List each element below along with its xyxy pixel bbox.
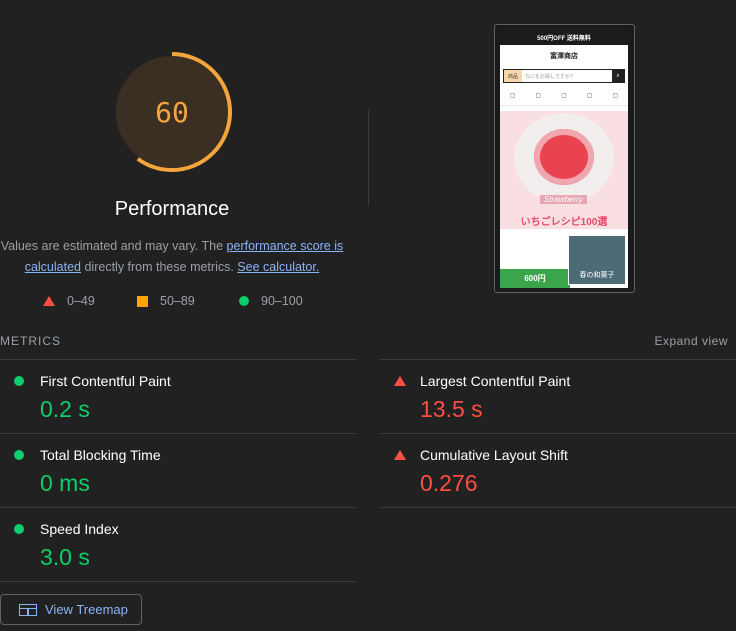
view-treemap-label: View Treemap <box>45 602 128 617</box>
screenshot-search-icon: ⌕ <box>612 70 624 82</box>
metric-value: 13.5 s <box>420 396 483 422</box>
performance-score: 60 <box>155 95 189 129</box>
nav-icon: ▢ <box>509 92 516 99</box>
metric-first-contentful-paint: First Contentful Paint 0.2 s <box>0 359 356 433</box>
expand-view-toggle[interactable]: Expand view <box>654 334 728 348</box>
view-treemap-button[interactable]: View Treemap <box>0 594 142 625</box>
description-text: Values are estimated and may vary. The <box>0 239 227 253</box>
metric-value: 0 ms <box>40 470 90 496</box>
orange-square-icon <box>137 295 148 307</box>
performance-title: Performance <box>114 198 230 220</box>
vertical-divider <box>368 110 369 206</box>
red-triangle-icon <box>394 376 406 386</box>
hero-text: いちごレシピ100選 <box>520 217 608 228</box>
hero-cake <box>534 129 594 185</box>
performance-gauge: 60 <box>110 50 234 174</box>
metric-cumulative-layout-shift: Cumulative Layout Shift 0.276 <box>380 433 736 508</box>
metric-value: 0.2 s <box>40 396 90 422</box>
nav-icon: ▢ <box>535 92 542 99</box>
metric-value: 0.276 <box>420 470 478 496</box>
screenshot-search-category: 商品 <box>504 70 523 82</box>
legend-pass-label: 90–100 <box>261 294 303 308</box>
treemap-icon <box>19 603 37 616</box>
metrics-column-right: Largest Contentful Paint 13.5 s Cumulati… <box>380 359 736 508</box>
red-triangle-icon <box>43 296 55 306</box>
metric-name: Speed Index <box>40 521 119 537</box>
screenshot-bottom-banner: 600円 <box>500 269 570 288</box>
legend-fail-label: 0–49 <box>67 294 95 308</box>
red-triangle-icon <box>394 450 406 460</box>
metrics-header: METRICS <box>0 334 61 348</box>
performance-description: Values are estimated and may vary. The p… <box>0 236 344 278</box>
hero-label: Strawberry <box>540 195 587 204</box>
metric-largest-contentful-paint: Largest Contentful Paint 13.5 s <box>380 359 736 433</box>
green-circle-icon <box>14 376 24 386</box>
screenshot-nav: ▢ ▢ ▢ ▢ ▢ <box>500 85 628 106</box>
metric-name: Cumulative Layout Shift <box>420 447 568 463</box>
metric-total-blocking-time: Total Blocking Time 0 ms <box>0 433 356 507</box>
screenshot-search: 商品 なにをお探しですか? ⌕ <box>503 69 625 83</box>
screenshot-content: 500円OFF 送料無料 富澤商店 商品 なにをお探しですか? ⌕ ▢ ▢ ▢ … <box>500 29 628 288</box>
screenshot-site-name: 富澤商店 <box>550 53 578 60</box>
metric-name: First Contentful Paint <box>40 373 171 389</box>
legend-average-label: 50–89 <box>160 294 195 308</box>
screenshot-hero: Strawberry いちごレシピ100選 <box>500 111 628 229</box>
screenshot-banner: 500円OFF 送料無料 <box>500 29 628 45</box>
metric-speed-index: Speed Index 3.0 s <box>0 507 356 582</box>
legend-average: 50–89 <box>137 294 195 308</box>
legend-pass: 90–100 <box>239 294 303 308</box>
nav-icon: ▢ <box>561 92 567 99</box>
description-text-mid: directly from these metrics. <box>81 260 238 274</box>
metrics-column-left: First Contentful Paint 0.2 s Total Block… <box>0 359 356 582</box>
green-circle-icon <box>14 524 24 534</box>
metric-value: 3.0 s <box>40 544 90 570</box>
metric-name: Largest Contentful Paint <box>420 373 571 389</box>
nav-icon: ▢ <box>612 92 618 99</box>
legend-fail: 0–49 <box>43 294 95 308</box>
page-screenshot[interactable]: 500円OFF 送料無料 富澤商店 商品 なにをお探しですか? ⌕ ▢ ▢ ▢ … <box>494 24 635 293</box>
green-circle-icon <box>14 450 24 460</box>
see-calculator-link[interactable]: See calculator. <box>237 260 319 274</box>
nav-icon: ▢ <box>586 92 593 99</box>
screenshot-search-placeholder: なにをお探しですか? <box>525 73 573 80</box>
screenshot-popup: 春の和菓子 <box>568 235 626 285</box>
metric-name: Total Blocking Time <box>40 447 161 463</box>
green-circle-icon <box>239 296 249 306</box>
